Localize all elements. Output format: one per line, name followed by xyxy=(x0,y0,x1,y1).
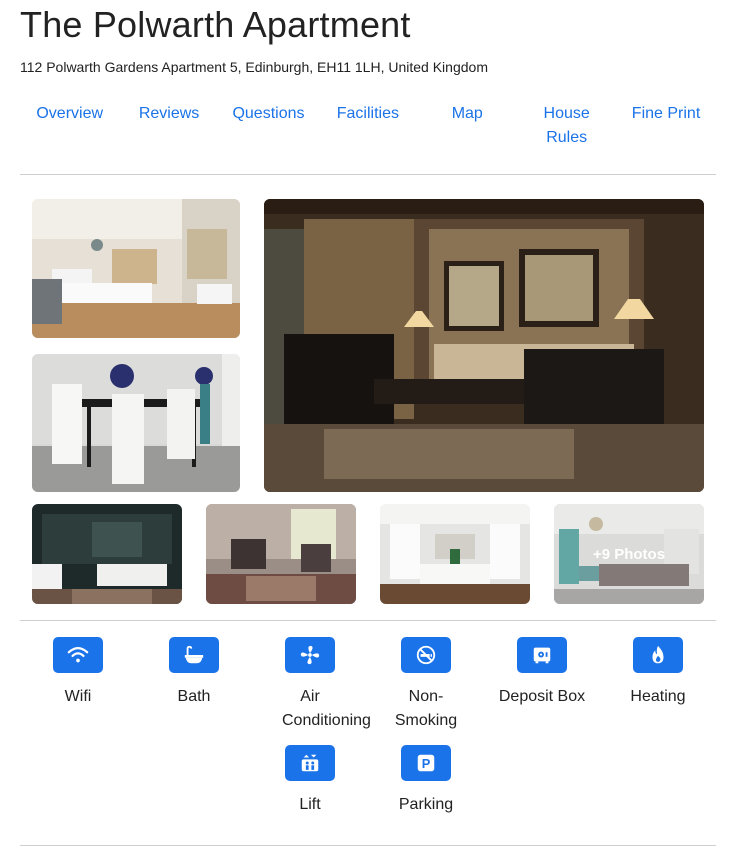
living-room-photo[interactable] xyxy=(264,199,704,492)
bedroom-photo[interactable] xyxy=(32,199,240,338)
chairs-photo[interactable] xyxy=(206,504,356,604)
facility-label: Lift xyxy=(299,796,321,813)
nav-fine-print[interactable]: Fine Print xyxy=(616,102,715,150)
facility-non-smoking: Non-Smoking xyxy=(368,637,484,733)
parking-icon: P xyxy=(401,745,451,781)
bathroom-photo[interactable] xyxy=(32,504,182,604)
nav-house-rules[interactable]: House Rules xyxy=(517,102,616,150)
facility-heating: Heating xyxy=(600,637,716,709)
facility-label: Parking xyxy=(398,796,454,813)
nav-divider xyxy=(20,174,716,175)
property-address: 112 Polwarth Gardens Apartment 5, Edinbu… xyxy=(20,59,488,75)
facility-label: Wifi xyxy=(64,688,92,705)
facility-deposit-box: Deposit Box xyxy=(484,637,600,709)
nav-questions[interactable]: Questions xyxy=(219,102,318,150)
dining-room-photo[interactable] xyxy=(32,354,240,492)
section-nav: Overview Reviews Questions Facilities Ma… xyxy=(20,102,716,150)
facility-label: Air Conditioning xyxy=(282,688,371,729)
facility-wifi: Wifi xyxy=(20,637,136,709)
facility-air-conditioning: Air Conditioning xyxy=(252,637,371,733)
nav-overview[interactable]: Overview xyxy=(20,102,119,150)
facility-label: Heating xyxy=(630,688,686,705)
svg-text:P: P xyxy=(422,756,431,771)
facilities-divider xyxy=(20,845,716,846)
facility-label: Non-Smoking xyxy=(394,688,458,729)
no-smoking-icon xyxy=(401,637,451,673)
flame-icon xyxy=(633,637,683,673)
gallery-divider xyxy=(20,620,716,621)
nav-reviews[interactable]: Reviews xyxy=(119,102,218,150)
more-photos-label[interactable]: +9 Photos xyxy=(554,504,704,604)
bath-icon xyxy=(169,637,219,673)
elevator-icon xyxy=(285,745,335,781)
facility-label: Deposit Box xyxy=(498,688,586,705)
fan-icon xyxy=(285,637,335,673)
kitchen-photo[interactable] xyxy=(380,504,530,604)
nav-facilities[interactable]: Facilities xyxy=(318,102,417,150)
wifi-icon xyxy=(53,637,103,673)
facility-bath: Bath xyxy=(136,637,252,709)
facility-label: Bath xyxy=(177,688,211,705)
lounge-photo[interactable]: +9 Photos xyxy=(554,504,704,604)
facility-parking: P Parking xyxy=(368,745,484,817)
page-title: The Polwarth Apartment xyxy=(20,4,411,45)
nav-map[interactable]: Map xyxy=(418,102,517,150)
facility-lift: Lift xyxy=(252,745,368,817)
safe-icon xyxy=(517,637,567,673)
